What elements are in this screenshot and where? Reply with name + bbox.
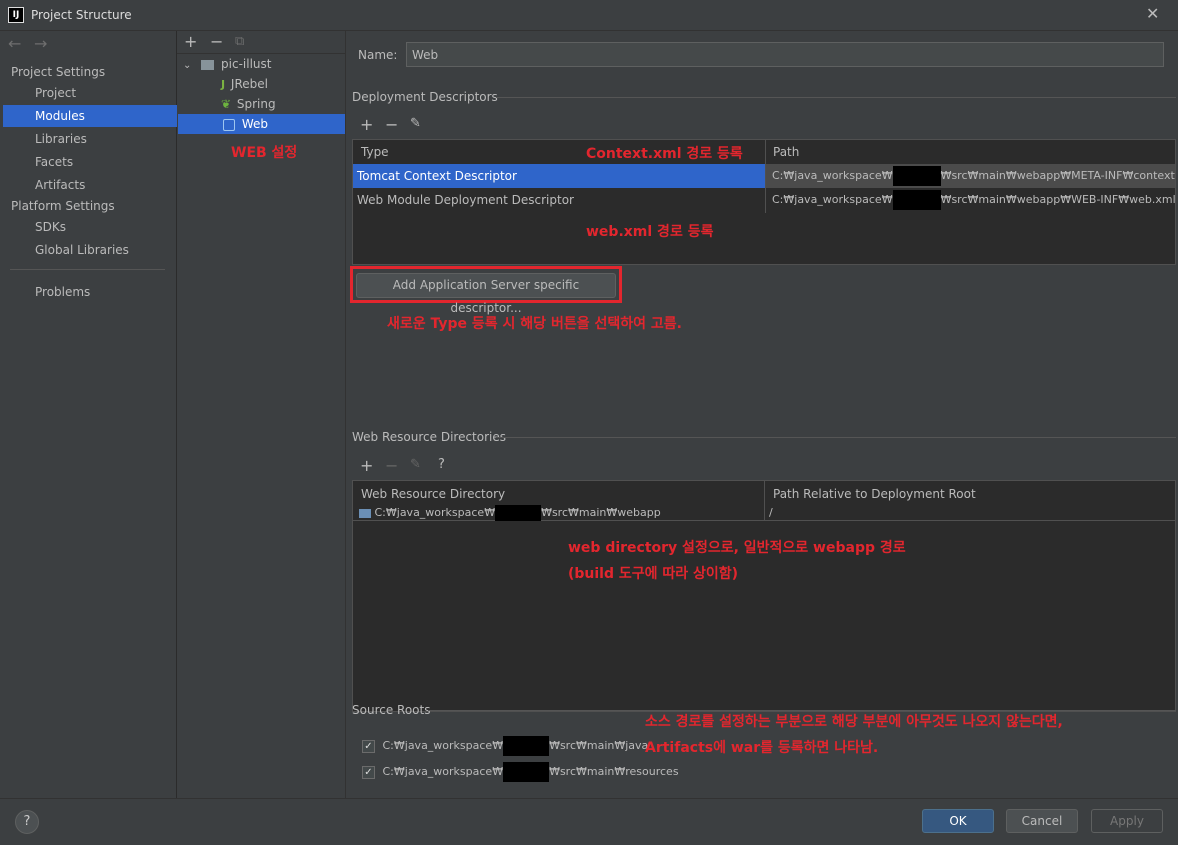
path-suffix: ₩src₩main₩webapp₩WEB-INF₩web.xml — [940, 193, 1175, 206]
column-header-path[interactable]: Path — [765, 140, 1175, 164]
annotation-web-xml: web.xml 경로 등록 — [586, 224, 714, 240]
close-icon[interactable]: ✕ — [1146, 4, 1159, 23]
annotation-new-type: 새로운 Type 등록 시 해당 버튼을 선택하여 고름. — [387, 316, 682, 332]
annotation-web-setting: WEB 설정 — [231, 145, 298, 161]
add-resource-icon[interactable]: + — [360, 456, 373, 475]
nav-item-modules[interactable]: Modules — [3, 105, 177, 127]
help-button[interactable]: ? — [15, 810, 39, 834]
edit-pencil-icon[interactable]: ✎ — [410, 457, 421, 472]
add-descriptor-icon[interactable]: + — [360, 115, 373, 134]
path-prefix: C:₩java_workspace₩ — [772, 193, 893, 206]
path-prefix: C:₩java_workspace₩ — [772, 169, 893, 182]
nav-item-libraries[interactable]: Libraries — [3, 128, 177, 150]
path-suffix: ₩src₩main₩webapp₩META-INF₩context.xml — [940, 169, 1175, 182]
redacted-block — [892, 166, 941, 186]
descriptor-type-cell[interactable]: Tomcat Context Descriptor — [353, 164, 765, 188]
copy-icon[interactable]: ⧉ — [235, 34, 244, 49]
nav-item-sdks[interactable]: SDKs — [3, 216, 177, 238]
tree-item-spring[interactable]: ❦ Spring — [221, 94, 341, 114]
nav-item-problems[interactable]: Problems — [3, 281, 177, 303]
descriptor-type-cell[interactable]: Web Module Deployment Descriptor — [353, 188, 765, 212]
title-bar: IJ Project Structure ✕ — [0, 0, 1178, 31]
tree-item-label: Web — [241, 117, 268, 131]
checkbox-checked[interactable]: ✓ — [362, 765, 375, 779]
forward-arrow-icon[interactable]: → — [34, 34, 47, 53]
spring-leaf-icon: ❦ — [221, 97, 232, 111]
remove-icon[interactable]: − — [210, 32, 223, 51]
tree-root[interactable]: ⌄ pic-illust — [183, 54, 343, 74]
tree-item-jrebel[interactable]: J JRebel — [221, 74, 341, 94]
nav-item-project[interactable]: Project — [3, 82, 177, 104]
redacted-block — [503, 736, 550, 756]
web-icon — [223, 118, 235, 131]
apply-button[interactable]: Apply — [1091, 809, 1163, 833]
chevron-down-icon[interactable]: ⌄ — [183, 60, 191, 71]
redacted-block — [503, 762, 550, 782]
table-row[interactable]: Tomcat Context Descriptor C:₩java_worksp… — [353, 164, 1175, 188]
table-row[interactable]: Web Module Deployment Descriptor C:₩java… — [353, 188, 1175, 212]
facet-settings-panel: Name: Deployment Descriptors + − ✎ Type … — [346, 31, 1178, 798]
jrebel-icon: J — [221, 78, 226, 91]
path-prefix: C:₩java_workspace₩ — [382, 765, 504, 778]
source-roots-title: Source Roots — [352, 703, 431, 717]
deployment-descriptors-table: Type Path Tomcat Context Descriptor C:₩j… — [352, 139, 1176, 265]
name-label: Name: — [358, 48, 398, 62]
path-suffix: ₩src₩main₩webapp — [541, 506, 661, 519]
window-title: Project Structure — [31, 8, 132, 22]
annotation-web-dir-1: web directory 설정으로, 일반적으로 webapp 경로 — [568, 540, 906, 556]
web-resource-dir-cell[interactable]: C:₩java_workspace₩ ₩src₩main₩webapp — [355, 501, 763, 525]
annotation-context-xml: Context.xml 경로 등록 — [586, 146, 743, 162]
folder-icon — [201, 59, 215, 70]
platform-settings-heading: Platform Settings — [11, 199, 115, 213]
project-settings-heading: Project Settings — [11, 65, 106, 79]
settings-nav: ← → Project Settings Project Modules Lib… — [0, 31, 177, 798]
path-prefix: C:₩java_workspace₩ — [382, 739, 504, 752]
source-root-item[interactable]: ✓ C:₩java_workspace₩ ₩src₩main₩java — [362, 736, 662, 756]
tree-item-web[interactable]: Web — [178, 114, 345, 134]
add-server-descriptor-button[interactable]: Add Application Server specific descript… — [356, 273, 616, 315]
nav-item-artifacts[interactable]: Artifacts — [3, 174, 177, 196]
intellij-icon: IJ — [8, 7, 24, 23]
nav-item-facets[interactable]: Facets — [3, 151, 177, 173]
descriptor-path-cell[interactable]: C:₩java_workspace₩ ₩src₩main₩webapp₩WEB-I… — [766, 188, 1175, 212]
relative-path-cell[interactable]: / — [765, 501, 1165, 525]
remove-descriptor-icon[interactable]: − — [385, 115, 398, 134]
annotation-web-dir-2: (build 도구에 따라 상이함) — [568, 566, 739, 582]
source-root-item[interactable]: ✓ C:₩java_workspace₩ ₩src₩main₩resources — [362, 762, 682, 782]
annotation-source-1: 소스 경로를 설정하는 부분으로 해당 부분에 아무것도 나오지 않는다면, — [645, 714, 1063, 730]
redacted-block — [892, 190, 941, 210]
path-prefix: C:₩java_workspace₩ — [374, 506, 496, 519]
table-row[interactable]: C:₩java_workspace₩ ₩src₩main₩webapp / — [353, 505, 1175, 521]
annotation-source-2: Artifacts에 war를 등록하면 나타남. — [645, 740, 879, 756]
help-question-icon[interactable]: ? — [438, 457, 445, 472]
path-suffix: ₩src₩main₩resources — [549, 765, 679, 778]
back-arrow-icon[interactable]: ← — [8, 34, 21, 53]
tree-item-label: Spring — [236, 97, 276, 111]
redacted-block — [495, 505, 542, 521]
web-resource-table: Web Resource Directory Path Relative to … — [352, 480, 1176, 712]
ok-button[interactable]: OK — [922, 809, 994, 833]
module-tree-pane: + − ⧉ ⌄ pic-illust J JRebel ❦ Spring Web… — [177, 31, 346, 798]
section-divider — [496, 437, 1176, 438]
nav-item-global-libraries[interactable]: Global Libraries — [3, 239, 177, 261]
name-field[interactable] — [406, 42, 1164, 67]
edit-pencil-icon[interactable]: ✎ — [410, 116, 421, 131]
section-divider — [496, 97, 1176, 98]
dialog-footer: ? OK Cancel Apply — [0, 798, 1178, 845]
descriptor-path-cell[interactable]: C:₩java_workspace₩ ₩src₩main₩webapp₩META-… — [766, 164, 1175, 188]
tree-item-label: JRebel — [230, 77, 268, 91]
cancel-button[interactable]: Cancel — [1006, 809, 1078, 833]
add-icon[interactable]: + — [184, 32, 197, 51]
web-resource-dirs-title: Web Resource Directories — [352, 430, 506, 444]
remove-resource-icon[interactable]: − — [385, 456, 398, 475]
deployment-descriptors-title: Deployment Descriptors — [352, 90, 498, 104]
checkbox-checked[interactable]: ✓ — [362, 739, 375, 753]
tree-root-label: pic-illust — [221, 57, 272, 71]
web-folder-icon — [359, 508, 371, 518]
nav-divider — [10, 269, 165, 270]
path-suffix: ₩src₩main₩java — [549, 739, 649, 752]
